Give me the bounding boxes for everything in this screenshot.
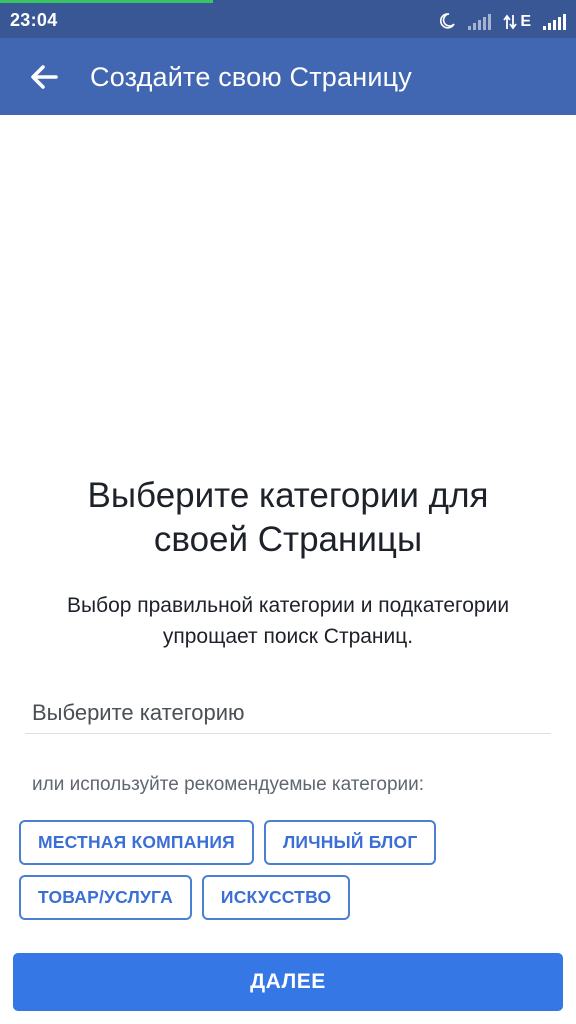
data-arrows-icon — [503, 14, 518, 30]
app-bar: Создайте свою Страницу — [0, 38, 576, 115]
network-type: E — [520, 13, 531, 30]
section-description: Выбор правильной категории и подкатегори… — [66, 594, 510, 648]
page-title: Создайте свою Страницу — [90, 62, 412, 92]
arrow-left-icon — [31, 65, 58, 89]
category-chip-art[interactable]: ИСКУССТВО — [201, 875, 351, 920]
status-time: 23:04 — [10, 10, 58, 30]
status-bar: 23:04 E — [0, 0, 576, 38]
category-chip-personal-blog[interactable]: ЛИЧНЫЙ БЛОГ — [263, 820, 437, 865]
next-button[interactable]: ДАЛЕЕ — [13, 953, 563, 1011]
suggested-categories: МЕСТНАЯ КОМПАНИЯ ЛИЧНЫЙ БЛОГ ТОВАР/УСЛУГ… — [19, 820, 559, 930]
suggested-categories-label: или используйте рекомендуемые категории: — [32, 774, 425, 795]
category-field-placeholder: Выберите категорию — [32, 700, 245, 725]
status-icons: E — [438, 8, 566, 30]
moon-icon — [438, 12, 456, 30]
back-button[interactable] — [18, 51, 70, 103]
category-search-field[interactable]: Выберите категорию — [25, 690, 551, 734]
category-chip-product-service[interactable]: ТОВАР/УСЛУГА — [19, 875, 192, 920]
network-indicator: E — [503, 14, 531, 30]
load-progress-bar — [0, 0, 214, 3]
signal-icon — [468, 14, 492, 30]
section-heading: Выберите категории для своей Страницы — [87, 476, 489, 559]
category-chip-local-business[interactable]: МЕСТНАЯ КОМПАНИЯ — [19, 820, 254, 865]
signal-icon — [543, 14, 566, 30]
